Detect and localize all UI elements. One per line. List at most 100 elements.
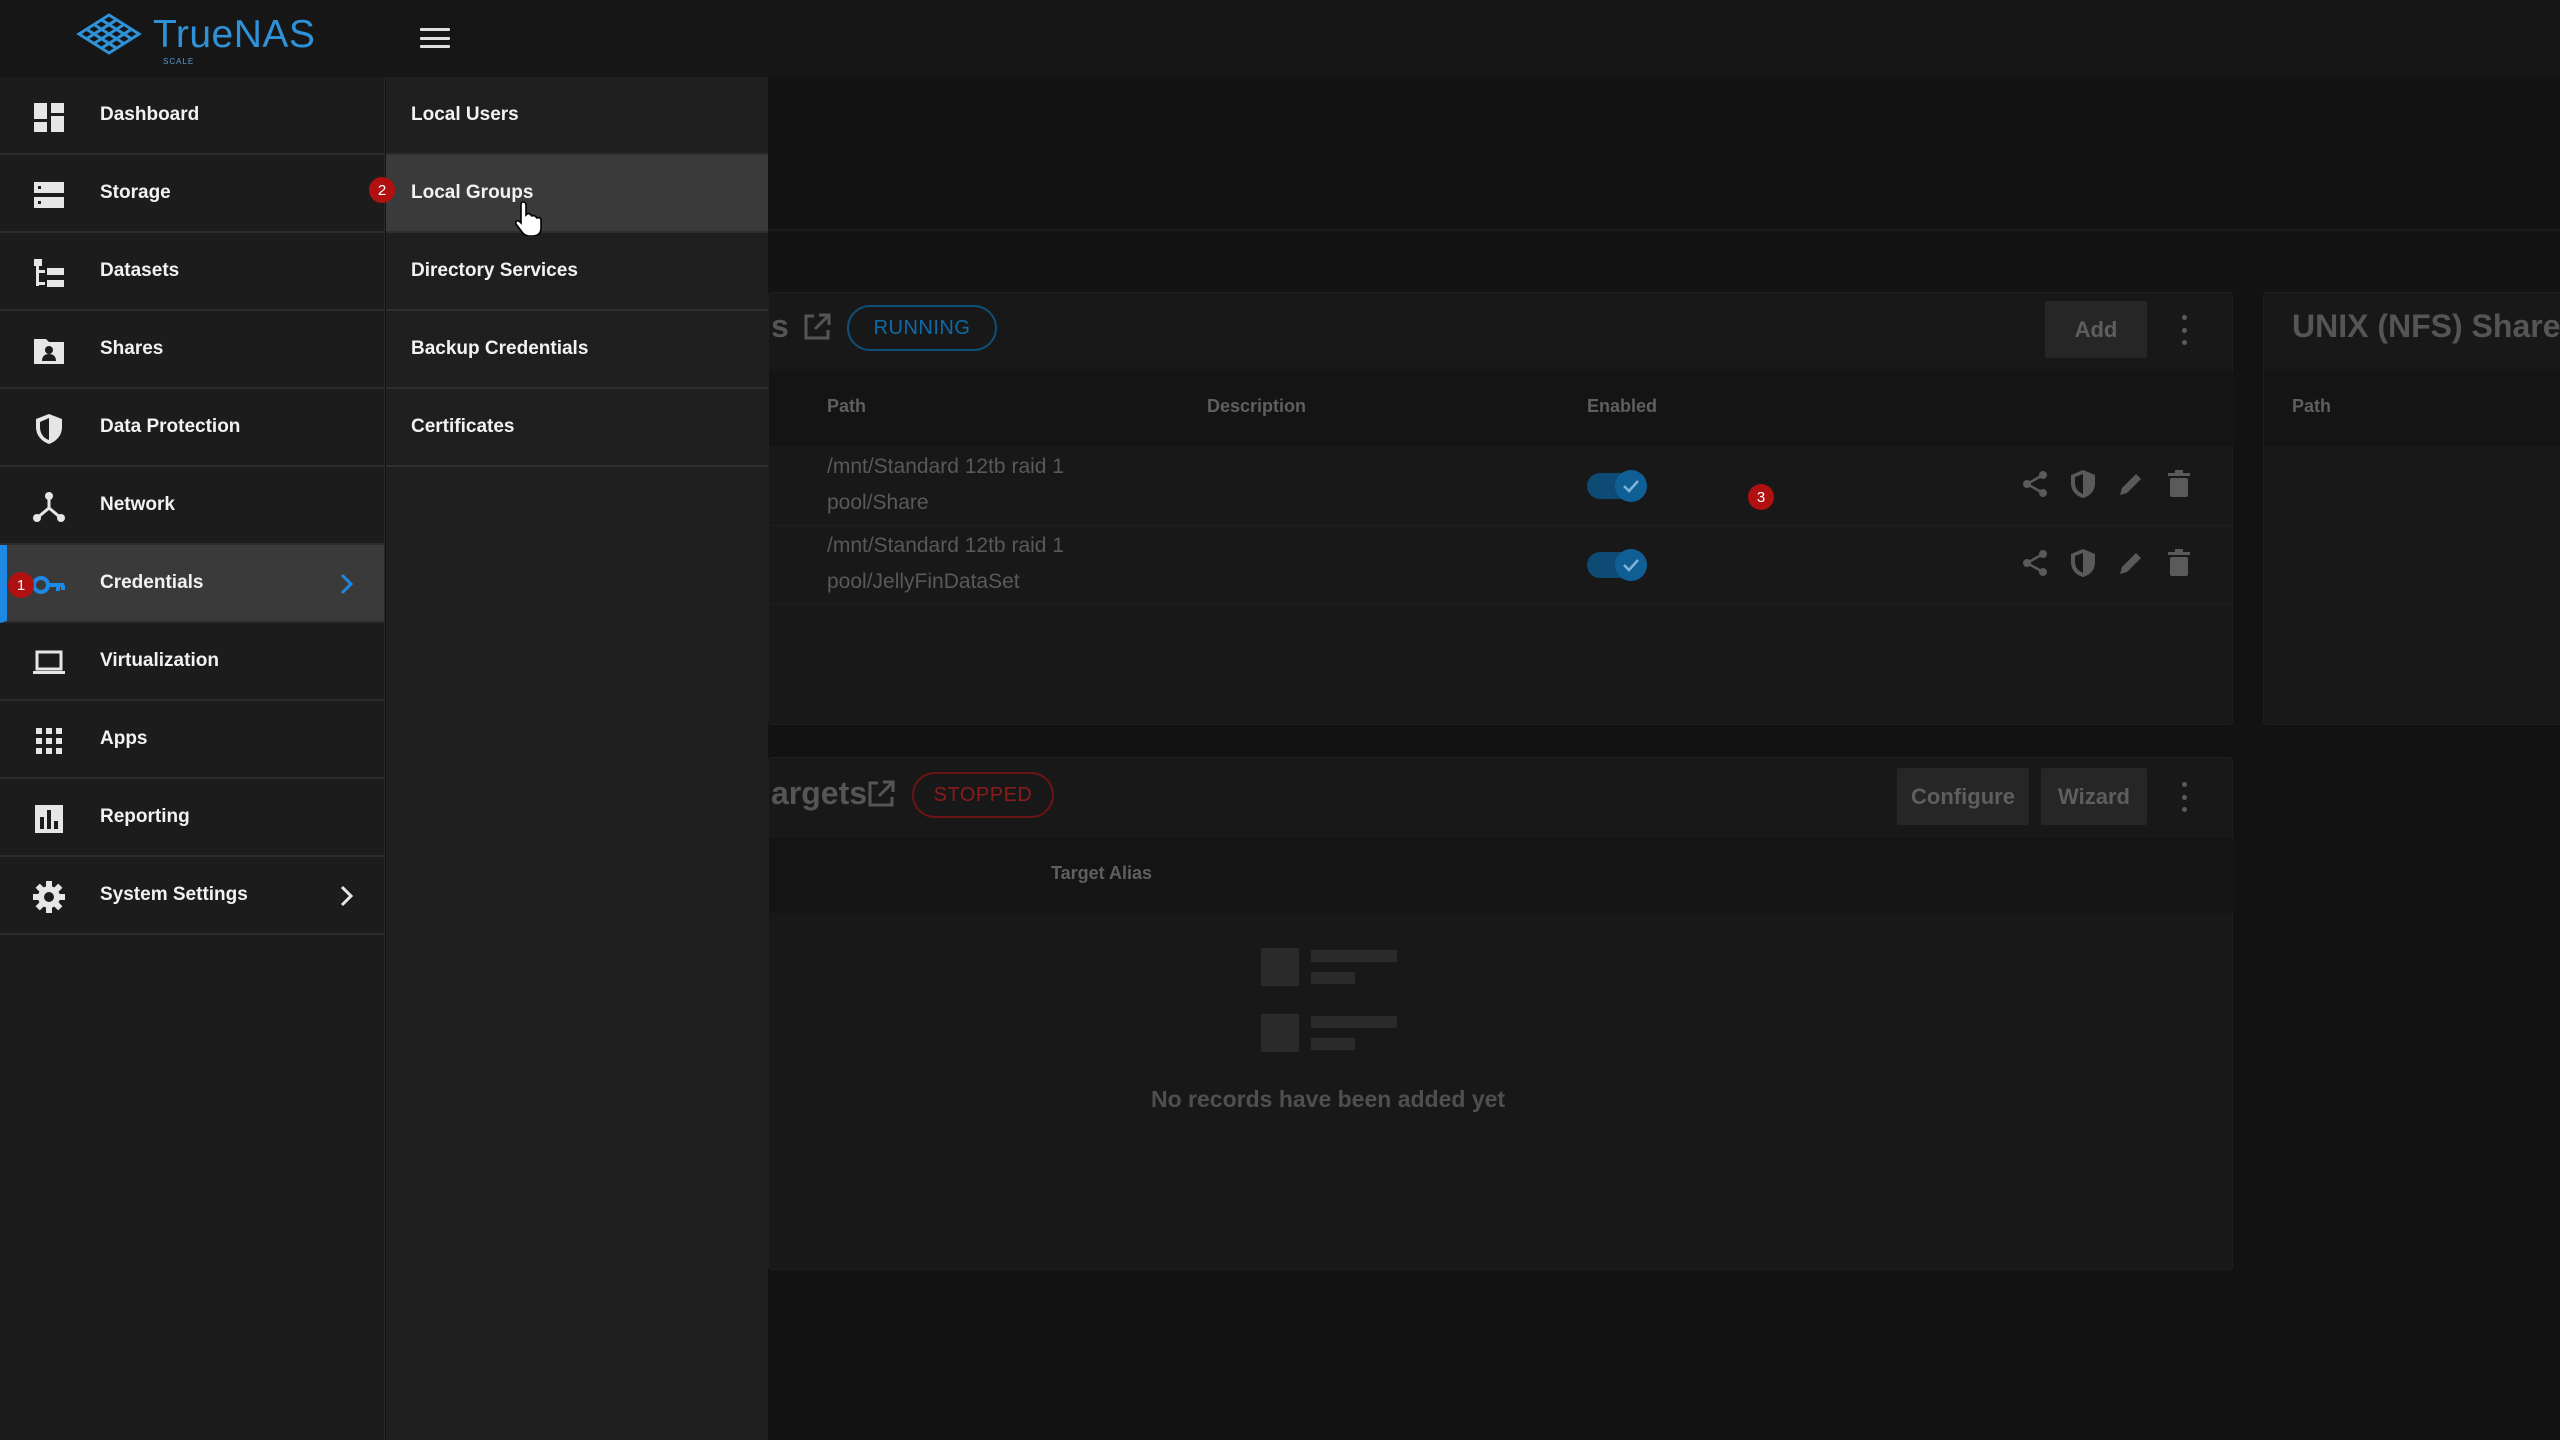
sidebar-item-label: Storage	[100, 182, 171, 203]
submenu-item-directory-services[interactable]: Directory Services	[386, 233, 768, 311]
sidebar-item-datasets[interactable]: Datasets	[0, 233, 384, 311]
menu-toggle-button[interactable]	[418, 24, 452, 52]
shield-icon	[36, 414, 62, 444]
sidebar-item-system-settings[interactable]: System Settings	[0, 857, 384, 935]
sidebar-item-reporting[interactable]: Reporting	[0, 779, 384, 857]
nfs-card-title: UNIX (NFS) Shares	[2292, 308, 2560, 344]
smb-card-title: s	[771, 308, 789, 344]
check-icon	[1623, 480, 1639, 493]
sidebar-item-data-protection[interactable]: Data Protection	[0, 389, 384, 467]
sidebar-item-label: System Settings	[100, 884, 248, 905]
configure-button[interactable]: Configure	[1897, 768, 2029, 825]
column-header-path: Path	[827, 396, 867, 416]
submenu-item-local-groups[interactable]: Local Groups	[386, 155, 768, 233]
toggle-knob	[1615, 470, 1647, 502]
edit-pencil-icon[interactable]	[2115, 547, 2147, 579]
main-content: s RUNNING Add Path Description Enabled /…	[768, 77, 2560, 1440]
smb-more-menu-button[interactable]	[2179, 315, 2189, 345]
datasets-icon	[34, 259, 64, 287]
iscsi-status-badge: STOPPED	[912, 772, 1054, 818]
row-path-line2: pool/JellyFinDataSet	[827, 570, 1020, 593]
open-external-icon[interactable]	[801, 311, 833, 343]
chevron-right-icon	[340, 885, 354, 907]
empty-state-message: No records have been added yet	[1151, 1086, 1506, 1112]
wizard-button[interactable]: Wizard	[2041, 768, 2147, 825]
smb-shares-card: s RUNNING Add Path Description Enabled /…	[768, 292, 2234, 725]
submenu-item-certificates[interactable]: Certificates	[386, 389, 768, 467]
step-badge-1: 1	[8, 572, 34, 598]
key-icon	[32, 576, 65, 594]
delete-trash-icon[interactable]	[2163, 547, 2195, 579]
sidebar-item-storage[interactable]: Storage	[0, 155, 384, 233]
share-icon[interactable]	[2019, 547, 2051, 579]
shield-icon[interactable]	[2067, 468, 2099, 500]
shares-icon	[34, 339, 64, 364]
sidebar-item-label: Apps	[100, 728, 148, 749]
edit-pencil-icon[interactable]	[2115, 468, 2147, 500]
hamburger-line	[420, 36, 450, 40]
sidebar-item-label: Virtualization	[100, 650, 219, 671]
nfs-table-header: Path	[2264, 371, 2560, 446]
sidebar-item-apps[interactable]: Apps	[0, 701, 384, 779]
iscsi-targets-card: argets STOPPED Configure Wizard Target A…	[768, 757, 2234, 1270]
sidebar: Dashboard Storage Datasets Shares Data P…	[0, 77, 385, 1440]
column-header-path: Path	[2292, 396, 2332, 416]
share-icon[interactable]	[2019, 468, 2051, 500]
truenas-logo[interactable]: TrueNAS SCALE	[75, 12, 316, 66]
sidebar-item-label: Shares	[100, 338, 164, 359]
bar-chart-icon	[35, 805, 63, 833]
step-badge-2: 2	[369, 177, 395, 203]
dashboard-icon	[34, 103, 64, 132]
table-row[interactable]: /mnt/Standard 12tb raid 1 pool/Share	[769, 448, 2234, 526]
enabled-toggle[interactable]	[1587, 470, 1647, 502]
open-external-icon[interactable]	[865, 778, 897, 810]
laptop-icon	[33, 650, 65, 674]
delete-trash-icon[interactable]	[2163, 468, 2195, 500]
toggle-knob	[1615, 549, 1647, 581]
enabled-toggle[interactable]	[1587, 549, 1647, 581]
step-badge-3: 3	[1748, 484, 1774, 510]
sidebar-item-virtualization[interactable]: Virtualization	[0, 623, 384, 701]
iscsi-table-header: Target Alias	[769, 838, 2234, 913]
smb-status-badge: RUNNING	[847, 305, 997, 351]
add-button[interactable]: Add	[2045, 301, 2147, 358]
gear-icon	[33, 881, 65, 913]
brand-edition: SCALE	[163, 57, 195, 66]
sidebar-item-dashboard[interactable]: Dashboard	[0, 77, 384, 155]
sidebar-item-credentials[interactable]: Credentials	[0, 545, 384, 623]
hamburger-line	[420, 45, 450, 48]
mouse-pointer-hand-icon	[515, 201, 542, 236]
top-bar: TrueNAS SCALE	[0, 0, 2560, 77]
app-window: TrueNAS SCALE s RUNNING Add Path Descrip…	[0, 0, 2560, 1440]
sidebar-item-network[interactable]: Network	[0, 467, 384, 545]
sidebar-item-label: Dashboard	[100, 104, 200, 125]
row-path-line2: pool/Share	[827, 491, 929, 514]
iscsi-card-title: argets	[771, 775, 868, 811]
iscsi-more-menu-button[interactable]	[2179, 782, 2189, 812]
sidebar-item-label: Datasets	[100, 260, 180, 281]
network-icon	[33, 492, 65, 522]
credentials-submenu: Local Users Local Groups Directory Servi…	[386, 77, 768, 1440]
submenu-item-backup-credentials[interactable]: Backup Credentials	[386, 311, 768, 389]
submenu-item-label: Certificates	[411, 416, 515, 437]
column-header-target-alias: Target Alias	[1051, 863, 1153, 883]
chevron-right-icon	[340, 573, 354, 595]
apps-grid-icon	[36, 728, 62, 754]
submenu-item-label: Backup Credentials	[411, 338, 589, 359]
submenu-item-label: Directory Services	[411, 260, 578, 281]
column-header-description: Description	[1207, 396, 1307, 416]
submenu-item-local-users[interactable]: Local Users	[386, 77, 768, 155]
truenas-logo-icon	[76, 13, 142, 55]
table-row[interactable]: /mnt/Standard 12tb raid 1 pool/JellyFinD…	[769, 527, 2234, 605]
shield-icon[interactable]	[2067, 547, 2099, 579]
empty-list-icon	[1261, 948, 1397, 1052]
brand-name: TrueNAS	[153, 12, 316, 56]
sidebar-item-label: Network	[100, 494, 175, 515]
row-path-line1: /mnt/Standard 12tb raid 1	[827, 455, 1064, 478]
sidebar-item-label: Data Protection	[100, 416, 241, 437]
sidebar-item-label: Reporting	[100, 806, 190, 827]
check-icon	[1623, 559, 1639, 572]
submenu-item-label: Local Users	[411, 104, 519, 125]
sidebar-item-shares[interactable]: Shares	[0, 311, 384, 389]
sidebar-item-label: Credentials	[100, 572, 204, 593]
